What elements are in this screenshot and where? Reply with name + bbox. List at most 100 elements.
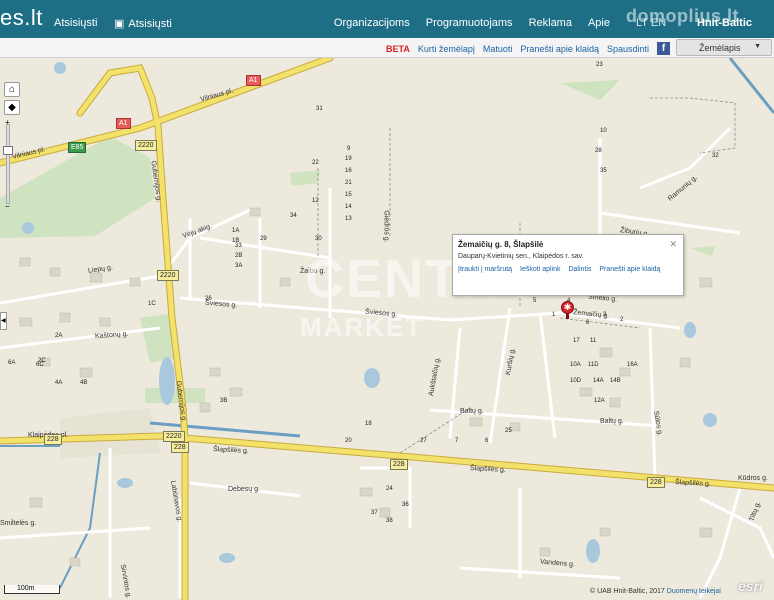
pond-7	[54, 62, 66, 74]
nav-developers[interactable]: Programuotojams	[426, 17, 513, 29]
house-number: 24	[386, 486, 393, 492]
road-shield-a1-2: A1	[116, 118, 131, 129]
house-number: 11D	[588, 362, 599, 368]
house-number: 12A	[594, 398, 605, 404]
house-number: 6	[485, 438, 489, 444]
domoplius-watermark: domoplius.lt	[626, 6, 739, 26]
street-smilteles-g: Smiltelės g.	[0, 520, 37, 527]
zoom-slider-track[interactable]	[6, 124, 10, 204]
house-number: 12	[312, 198, 319, 204]
road-shield-228-4: 228	[647, 477, 665, 488]
house-number: 29	[260, 236, 267, 242]
road-shield-2220-3: 2220	[163, 431, 185, 442]
map-canvas[interactable]: Vilniaus pl. Vilniaus pl. Klaipėdos pl. …	[0, 58, 774, 600]
house-number: 15	[345, 192, 352, 198]
search-nearby-link[interactable]: Ieškoti aplink	[520, 266, 560, 273]
create-map-link[interactable]: Kurti žemėlapį	[418, 44, 475, 54]
green-patch	[560, 80, 620, 100]
house-number: 4B	[80, 380, 88, 386]
nav-about[interactable]: Apie	[588, 17, 610, 29]
top-nav: Organizacijoms Programuotojams Reklama A…	[334, 17, 610, 29]
report-error-popup-link[interactable]: Pranešti apie klaidą	[599, 266, 660, 273]
road-shield-228: 228	[44, 434, 62, 445]
location-marker-icon[interactable]: ✱	[561, 301, 574, 314]
scale-bar: 100m	[4, 585, 60, 594]
house-number: 14A	[593, 378, 604, 384]
map-toolbar: BETA Kurti žemėlapį Matuoti Pranešti api…	[0, 38, 774, 58]
house-number: 27	[420, 438, 427, 444]
house-number: 23	[596, 62, 603, 68]
house-number: 31	[316, 106, 323, 112]
pan-home-button[interactable]: ⌂	[4, 82, 20, 97]
house-number: 28	[595, 148, 602, 154]
house-number: 2B	[235, 253, 243, 259]
house-number: 36	[402, 502, 409, 508]
house-number: 1A	[232, 228, 240, 234]
green-patch-2	[290, 170, 320, 186]
house-number: 10	[600, 128, 607, 134]
add-to-route-link[interactable]: Įtraukti į maršrutą	[458, 266, 512, 273]
street-baltu-g-2: Baltų g.	[600, 418, 624, 425]
pan-left-button[interactable]: ◀	[0, 312, 7, 330]
street-kudros-g: Kūdros g.	[738, 475, 768, 482]
house-number: 37	[371, 510, 378, 516]
house-number: 25	[505, 428, 512, 434]
road-shield-2220-2: 2220	[157, 270, 179, 281]
house-number: 26	[205, 296, 212, 302]
location-popup: ✕ Žemaičių g. 8, Šlapšilė Dauparų-Kvieti…	[452, 234, 684, 296]
nav-advertising[interactable]: Reklama	[529, 17, 572, 29]
house-number: 8	[586, 320, 590, 326]
house-number: 14B	[610, 378, 621, 384]
house-number: 10D	[570, 378, 582, 384]
report-error-link[interactable]: Pranešti apie klaidą	[520, 44, 599, 54]
house-number: 2A	[55, 333, 63, 339]
house-number: 13	[345, 216, 352, 222]
attribution-text: © UAB Hnit-Baltic, 2017	[590, 588, 665, 595]
top-header: es.lt Atsisiųsti ▣ Atsisiųsti Organizaci…	[0, 0, 774, 38]
house-number: 1B	[232, 238, 240, 244]
house-number: 9	[347, 146, 351, 152]
house-number: 14	[345, 204, 352, 210]
zoom-slider-thumb[interactable]	[3, 146, 13, 155]
zoom-out-button[interactable]: −	[5, 202, 10, 211]
popup-subtitle: Dauparų-Kvietinių sen., Klaipėdos r. sav…	[458, 253, 584, 260]
house-number: 6A	[8, 360, 16, 366]
pond-5	[586, 539, 600, 563]
pond	[159, 357, 175, 405]
close-icon[interactable]: ✕	[669, 239, 677, 250]
pond-9	[117, 478, 133, 488]
site-logo[interactable]: es.lt	[0, 5, 43, 31]
house-number: 2	[620, 317, 624, 323]
zoom-control: ⌂ ◆	[4, 82, 20, 118]
house-number: 17	[573, 338, 580, 344]
print-link[interactable]: Spausdinti	[607, 44, 649, 54]
download-ios-link[interactable]: Atsisiųsti	[50, 17, 97, 29]
road-shield-a1: A1	[246, 75, 261, 86]
nav-organizations[interactable]: Organizacijoms	[334, 17, 410, 29]
house-number: 16	[345, 168, 352, 174]
pond-8	[219, 553, 235, 563]
facebook-icon[interactable]: f	[657, 42, 670, 55]
house-number: 35	[600, 168, 607, 174]
layer-select[interactable]: Žemėlapis ▼	[676, 39, 772, 56]
house-number: 3A	[235, 263, 243, 269]
road-shield-e85: E85	[68, 142, 87, 153]
house-number: 4A	[55, 380, 63, 386]
popup-title: Žemaičių g. 8, Šlapšilė	[458, 240, 544, 249]
house-number: 20	[345, 438, 352, 444]
download-android-link[interactable]: ▣ Atsisiųsti	[114, 17, 172, 31]
measure-link[interactable]: Matuoti	[483, 44, 513, 54]
road-shield-228-2: 228	[171, 442, 189, 453]
river-2	[728, 58, 774, 114]
chevron-down-icon: ▼	[754, 43, 761, 50]
house-number: 18	[365, 421, 372, 427]
data-providers-link[interactable]: Duomenų teikėjai	[667, 588, 721, 595]
popup-links: Įtraukti į maršrutą Ieškoti aplink Dalin…	[458, 265, 678, 275]
layers-button[interactable]: ◆	[4, 100, 20, 115]
share-link[interactable]: Dalintis	[568, 266, 591, 273]
download-android-label: Atsisiųsti	[128, 17, 172, 30]
street-debesu-g: Debesų g.	[228, 486, 260, 493]
house-number: 19	[345, 156, 352, 162]
beta-badge: BETA	[386, 43, 410, 54]
pond-3	[684, 322, 696, 338]
